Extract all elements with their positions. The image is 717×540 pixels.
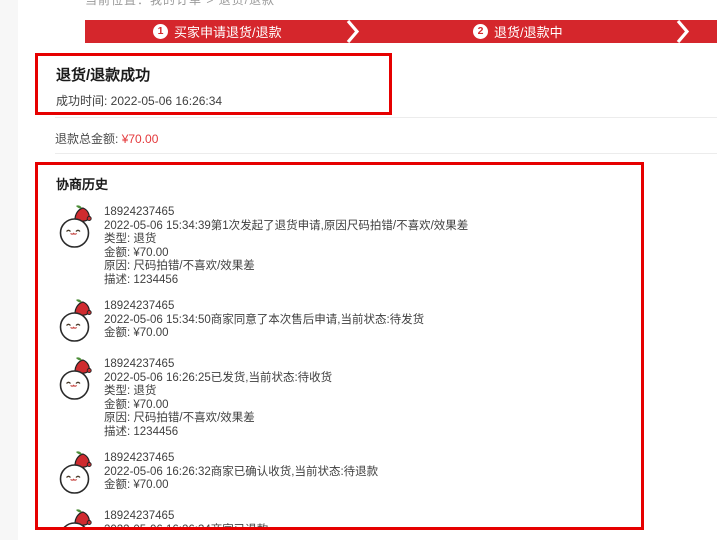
history-line: 2022-05-06 15:34:50商家同意了本次售后申请,当前状态:待发货 (104, 314, 424, 328)
history-line: 金额: ¥70.00 (104, 247, 468, 261)
history-line: 金额: ¥70.00 (104, 479, 378, 493)
step-number-badge: 1 (153, 24, 168, 39)
refund-total-row: 退款总金额: ¥70.00 (55, 130, 158, 147)
history-entry: 18924237465 2022-05-06 16:26:25已发货,当前状态:… (56, 357, 631, 439)
step-label: 退货/退款中 (494, 22, 563, 41)
breadcrumb-text[interactable]: 当前位置：我的订单 > 退货/退款 (85, 0, 505, 6)
history-line: 描述: 1234456 (104, 274, 468, 288)
mascot-avatar-icon (56, 509, 96, 530)
section-divider (55, 153, 717, 154)
history-line: 金额: ¥70.00 (104, 399, 332, 413)
history-user: 18924237465 (104, 452, 378, 466)
step-number-badge: 2 (473, 24, 488, 39)
step-arrow-icon (346, 20, 360, 43)
refund-progress-stepper: 1 买家申请退货/退款 2 退货/退款中 (85, 20, 717, 43)
history-line: 金额: ¥70.00 (104, 327, 424, 341)
history-entry: 18924237465 2022-05-06 16:26:34商家已退款 金额:… (56, 509, 631, 530)
refund-success-highlight-box: 退货/退款成功 成功时间: 2022-05-06 16:26:34 (35, 53, 392, 115)
page-left-gutter (0, 0, 18, 540)
history-line: 2022-05-06 16:26:34商家已退款 (104, 524, 268, 531)
refund-success-time: 成功时间: 2022-05-06 16:26:34 (56, 92, 389, 109)
history-user: 18924237465 (104, 358, 332, 372)
history-line: 2022-05-06 16:26:32商家已确认收货,当前状态:待退款 (104, 466, 378, 480)
history-line: 2022-05-06 16:26:25已发货,当前状态:待收货 (104, 372, 332, 386)
history-entry: 18924237465 2022-05-06 15:34:50商家同意了本次售后… (56, 299, 631, 345)
mascot-avatar-icon (56, 451, 96, 497)
step-label: 买家申请退货/退款 (174, 22, 282, 41)
step-refund-in-progress: 2 退货/退款中 (473, 20, 563, 43)
refund-total-amount: ¥70.00 (122, 132, 159, 146)
history-entry: 18924237465 2022-05-06 15:34:39第1次发起了退货申… (56, 205, 631, 287)
mascot-avatar-icon (56, 299, 96, 345)
negotiation-history-highlight-box: 协商历史 18924237465 2022-05-06 15:34:39第1次发… (35, 162, 644, 530)
history-line: 描述: 1234456 (104, 426, 332, 440)
history-entry: 18924237465 2022-05-06 16:26:32商家已确认收货,当… (56, 451, 631, 497)
negotiation-history-title: 协商历史 (56, 174, 631, 193)
section-divider (55, 117, 717, 118)
mascot-avatar-icon (56, 357, 96, 403)
history-line: 原因: 尺码拍错/不喜欢/效果差 (104, 260, 468, 274)
history-user: 18924237465 (104, 510, 268, 524)
history-line: 2022-05-06 15:34:39第1次发起了退货申请,原因尺码拍错/不喜欢… (104, 220, 468, 234)
step-buyer-apply: 1 买家申请退货/退款 (153, 20, 282, 43)
history-line: 类型: 退货 (104, 385, 332, 399)
refund-total-label: 退款总金额: (55, 132, 118, 146)
refund-status-title: 退货/退款成功 (56, 64, 389, 85)
history-line: 类型: 退货 (104, 233, 468, 247)
history-line: 原因: 尺码拍错/不喜欢/效果差 (104, 412, 332, 426)
step-arrow-icon (676, 20, 690, 43)
breadcrumb[interactable]: 当前位置：我的订单 > 退货/退款 (85, 0, 505, 6)
history-user: 18924237465 (104, 300, 424, 314)
history-user: 18924237465 (104, 206, 468, 220)
mascot-avatar-icon (56, 205, 96, 251)
